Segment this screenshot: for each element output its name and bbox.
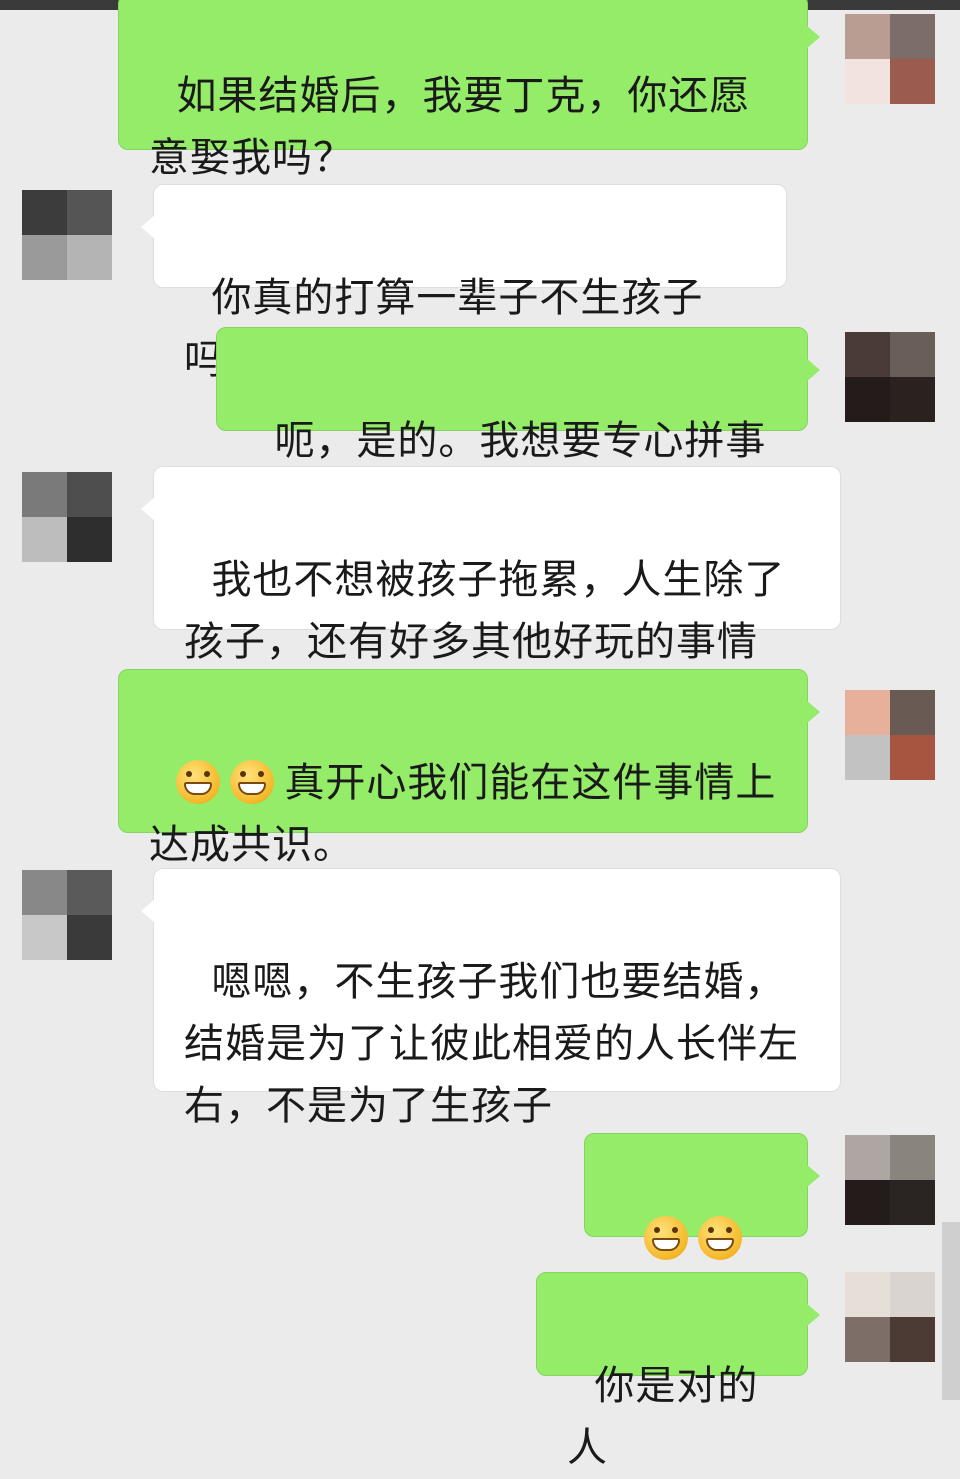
message-bubble-sent[interactable]: 呃，是的。我想要专心拼事业 — [216, 327, 820, 526]
grin-emoji-icon — [176, 760, 221, 804]
avatar-self[interactable] — [845, 1135, 935, 1225]
message-text: 如果结婚后，我要丁克，你还愿意娶我吗？ — [149, 73, 751, 181]
avatar-self[interactable] — [845, 14, 935, 104]
avatar-self[interactable] — [845, 690, 935, 780]
grin-emoji-icon — [230, 760, 275, 804]
message-bubble-sent[interactable] — [584, 1133, 820, 1260]
message-text: 嗯嗯，不生孩子我们也要结婚，结婚是为了让彼此相爱的人长伴左右，不是为了生孩子 — [184, 959, 799, 1129]
message-bubble-sent[interactable]: 真开心我们能在这件事情上达成共识。 — [118, 669, 820, 868]
grin-emoji-icon — [698, 1216, 743, 1260]
avatar-contact[interactable] — [22, 190, 112, 280]
message-bubble-received[interactable]: 嗯嗯，不生孩子我们也要结婚，结婚是为了让彼此相爱的人长伴左右，不是为了生孩子 — [141, 868, 841, 1129]
message-bubble-sent[interactable]: 你是对的人 — [536, 1272, 820, 1471]
scrollbar[interactable] — [942, 1222, 960, 1400]
message-bubble-received[interactable]: 你真的打算一辈子不生孩子吗？ — [141, 184, 787, 383]
avatar-contact[interactable] — [22, 472, 112, 562]
avatar-self[interactable] — [845, 1272, 935, 1362]
message-bubble-sent[interactable]: 如果结婚后，我要丁克，你还愿意娶我吗？ — [118, 0, 820, 181]
message-text: 我也不想被孩子拖累，人生除了孩子，还有好多其他好玩的事情 — [184, 557, 786, 665]
grin-emoji-icon — [644, 1216, 689, 1260]
message-text: 你是对的人 — [567, 1363, 759, 1471]
avatar-self[interactable] — [845, 332, 935, 422]
avatar-contact[interactable] — [22, 870, 112, 960]
message-bubble-received[interactable]: 我也不想被孩子拖累，人生除了孩子，还有好多其他好玩的事情 — [141, 466, 841, 665]
